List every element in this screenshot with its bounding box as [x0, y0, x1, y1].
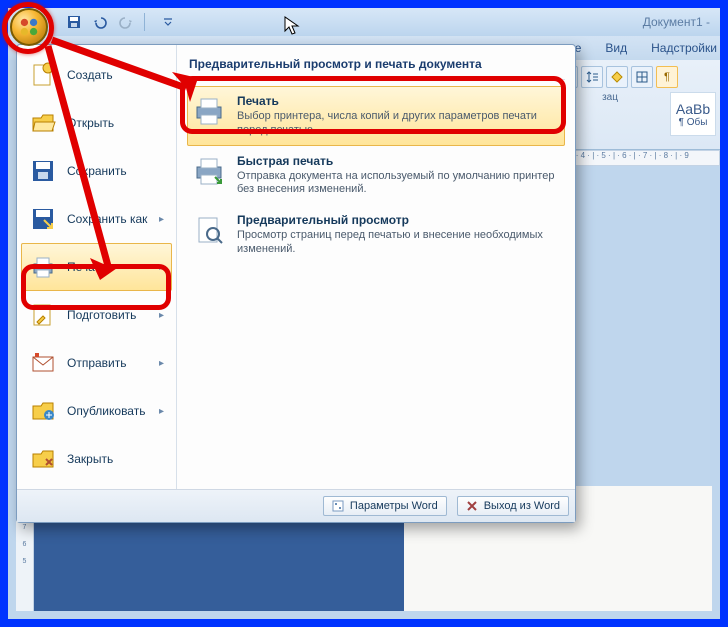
document-title: Документ1 -: [643, 15, 714, 29]
menu-label: Подготовить: [67, 308, 136, 322]
save-as-icon: [30, 206, 56, 232]
save-icon: [67, 15, 81, 29]
options-icon: [332, 500, 344, 512]
redo-icon: [119, 15, 133, 29]
chevron-right-icon: ▸: [159, 406, 164, 417]
tab-addins[interactable]: Надстройки: [651, 41, 717, 55]
new-document-icon: [30, 62, 56, 88]
exit-word-button[interactable]: Выход из Word: [457, 496, 569, 516]
submenu-item-desc: Отправка документа на используемый по ум…: [237, 170, 559, 198]
menu-label: Открыть: [67, 116, 114, 130]
chevron-right-icon: ▸: [159, 358, 164, 369]
undo-icon: [93, 15, 107, 29]
chevron-right-icon: ▸: [159, 310, 164, 321]
submenu-item-desc: Просмотр страниц перед печатью и внесени…: [237, 229, 559, 257]
style-sample: AaBb: [676, 101, 710, 117]
menu-item-open[interactable]: Открыть: [21, 99, 172, 147]
chevron-right-icon: ▸: [159, 262, 164, 273]
office-menu-footer: Параметры Word Выход из Word: [17, 489, 575, 522]
borders-icon: [636, 71, 648, 83]
ribbon-area: ¶ зац AaBb ¶ Обы: [552, 60, 720, 150]
menu-item-send[interactable]: Отправить ▸: [21, 339, 172, 387]
submenu-item-print-preview[interactable]: Предварительный просмотр Просмотр страни…: [187, 205, 565, 265]
publish-icon: [30, 398, 56, 424]
shading-button[interactable]: [606, 66, 628, 88]
style-name: ¶ Обы: [679, 117, 708, 128]
submenu-item-title: Быстрая печать: [237, 154, 559, 168]
menu-item-save[interactable]: Сохранить: [21, 147, 172, 195]
style-gallery-item[interactable]: AaBb ¶ Обы: [670, 92, 716, 136]
menu-item-print[interactable]: Печать ▸: [21, 243, 172, 291]
qat-undo-button[interactable]: [90, 12, 110, 32]
title-bar: Документ1 -: [8, 8, 720, 36]
separator: [144, 13, 150, 31]
chevron-right-icon: ▸: [159, 214, 164, 225]
close-icon: [466, 500, 478, 512]
menu-label: Закрыть: [67, 452, 113, 466]
menu-label: Опубликовать: [67, 404, 145, 418]
menu-label: Создать: [67, 68, 113, 82]
menu-label: Сохранить: [67, 164, 127, 178]
quick-access-toolbar: [64, 12, 178, 32]
folder-close-icon: [30, 446, 56, 472]
word-options-button[interactable]: Параметры Word: [323, 496, 447, 516]
ruler-horizontal[interactable]: · 3 · | · 4 · | · 5 · | · 6 · | · 7 · | …: [552, 150, 720, 166]
quick-print-icon: [193, 155, 225, 187]
button-label: Параметры Word: [350, 500, 438, 512]
menu-item-close[interactable]: Закрыть: [21, 435, 172, 483]
office-button[interactable]: [10, 8, 48, 46]
submenu-item-quick-print[interactable]: Быстрая печать Отправка документа на исп…: [187, 146, 565, 206]
app-frame: Документ1 - ие Вид Надстройки ¶ зац AaBb…: [8, 8, 720, 619]
submenu-item-title: Предварительный просмотр: [237, 213, 559, 227]
prepare-icon: [30, 302, 56, 328]
shading-icon: [611, 71, 623, 83]
menu-label: Сохранить как: [67, 212, 147, 226]
menu-item-create[interactable]: Создать: [21, 51, 172, 99]
qat-save-button[interactable]: [64, 12, 84, 32]
tab-view[interactable]: Вид: [605, 41, 627, 55]
office-menu-right: Предварительный просмотр и печать докуме…: [177, 45, 575, 489]
print-preview-icon: [193, 214, 225, 246]
menu-item-saveas[interactable]: Сохранить как ▸: [21, 195, 172, 243]
save-icon: [30, 158, 56, 184]
office-menu-left: Создать Открыть Сохранить Сохранить как …: [17, 45, 177, 489]
button-label: Выход из Word: [484, 500, 560, 512]
line-spacing-button[interactable]: [581, 66, 603, 88]
borders-button[interactable]: [631, 66, 653, 88]
office-logo-icon: [18, 16, 40, 38]
folder-open-icon: [30, 110, 56, 136]
send-icon: [30, 350, 56, 376]
line-spacing-icon: [586, 71, 598, 83]
printer-icon: [30, 254, 56, 280]
menu-label: Отправить: [67, 356, 127, 370]
office-menu: Создать Открыть Сохранить Сохранить как …: [16, 44, 576, 523]
submenu-item-print[interactable]: Печать Выбор принтера, числа копий и дру…: [187, 86, 565, 146]
submenu-item-desc: Выбор принтера, числа копий и других пар…: [237, 110, 559, 138]
menu-item-prepare[interactable]: Подготовить ▸: [21, 291, 172, 339]
submenu-item-title: Печать: [237, 94, 559, 108]
qat-redo-button[interactable]: [116, 12, 136, 32]
menu-label: Печать: [67, 260, 106, 274]
menu-item-publish[interactable]: Опубликовать ▸: [21, 387, 172, 435]
show-marks-button[interactable]: ¶: [656, 66, 678, 88]
qat-customize-button[interactable]: [158, 12, 178, 32]
submenu-title: Предварительный просмотр и печать докуме…: [187, 53, 565, 80]
chevron-down-icon: [163, 17, 173, 27]
printer-icon: [193, 95, 225, 127]
